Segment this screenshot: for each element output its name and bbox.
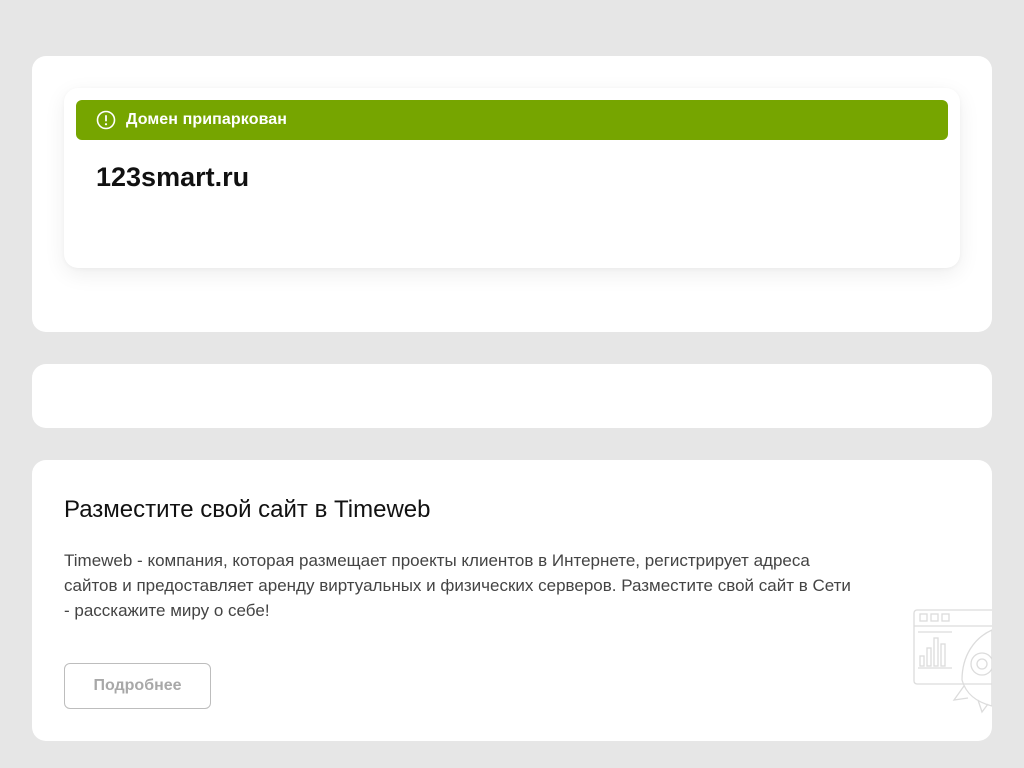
more-button[interactable]: Подробнее <box>64 663 211 709</box>
empty-panel <box>32 364 992 428</box>
domain-name: 123smart.ru <box>96 162 250 192</box>
domain-card: Домен припаркован 123smart.ru <box>64 88 960 268</box>
status-label: Домен припаркован <box>126 111 288 128</box>
promo-panel: Разместите свой сайт в Timeweb Timeweb -… <box>32 460 992 741</box>
rocket-browser-icon <box>912 608 992 718</box>
promo-title: Разместите свой сайт в Timeweb <box>64 496 431 523</box>
parked-status-banner: Домен припаркован <box>76 100 948 140</box>
exclamation-circle-icon <box>96 110 116 130</box>
domain-panel: Домен припаркован 123smart.ru <box>32 56 992 332</box>
promo-text: Timeweb - компания, которая размещает пр… <box>64 551 851 620</box>
